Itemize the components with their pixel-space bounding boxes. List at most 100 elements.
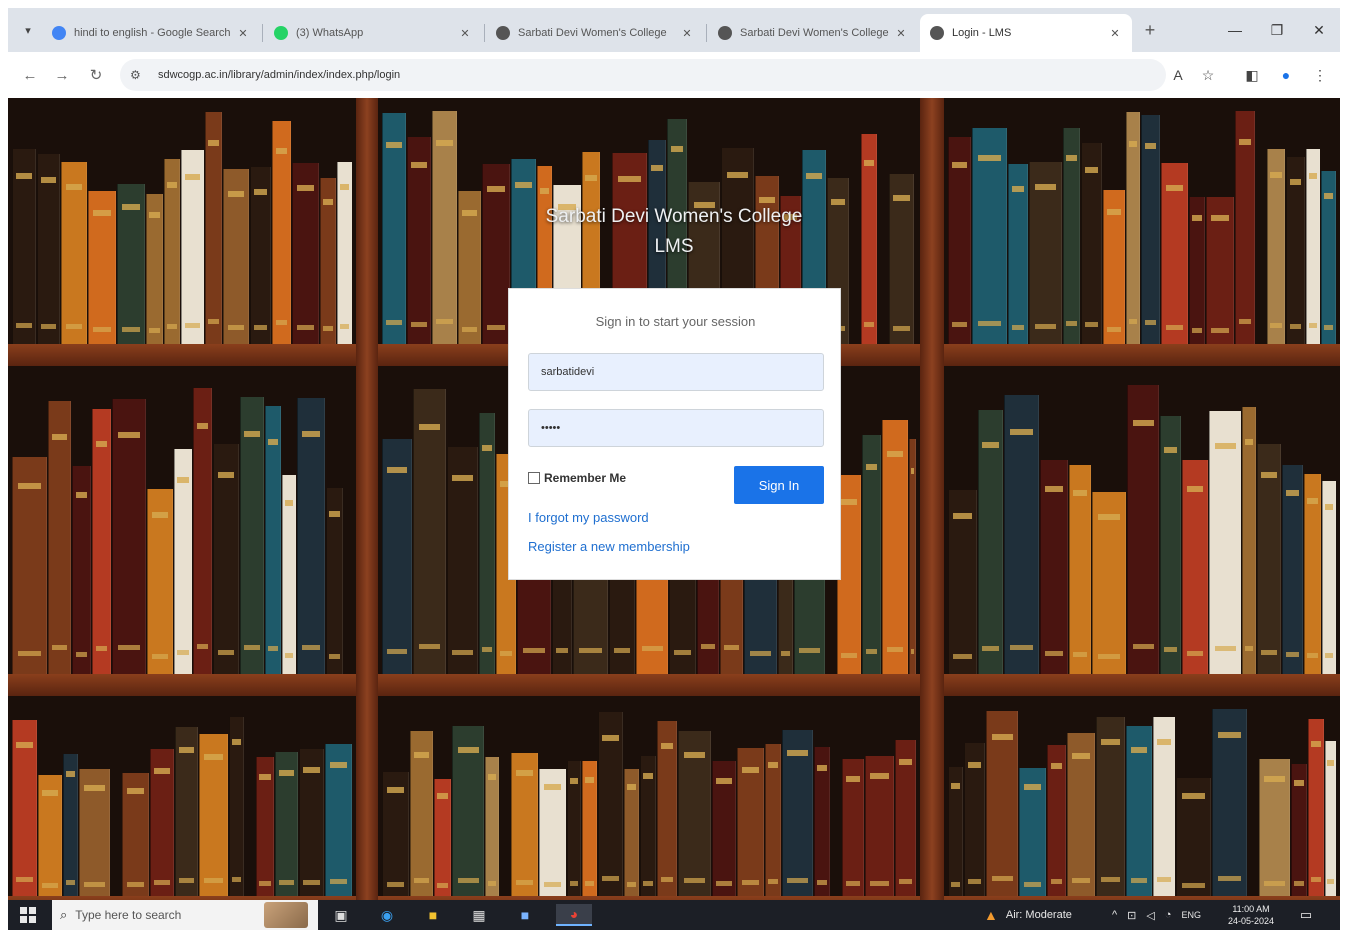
book-spine [1161, 163, 1188, 348]
book-spine [48, 401, 71, 678]
side-panel-icon[interactable]: ◧ [1240, 63, 1264, 87]
college-name: Sarbati Devi Women's College [545, 206, 803, 227]
chrome-icon[interactable]: ◕ [556, 904, 592, 926]
edge-icon[interactable]: ◉ [374, 904, 400, 926]
shelf-row [944, 98, 1340, 348]
reload-icon[interactable]: ↻ [84, 63, 108, 87]
book-spine [1189, 196, 1205, 348]
password-field[interactable] [528, 409, 824, 447]
book-spine [1242, 406, 1256, 678]
book-spine [205, 111, 222, 348]
calculator-icon[interactable]: ▦ [466, 904, 492, 926]
tab-whatsapp[interactable]: (3) WhatsApp ✕ [264, 14, 482, 52]
tab-title: Login - LMS [952, 27, 1012, 39]
store-icon[interactable]: ■ [512, 904, 538, 926]
new-tab-button[interactable]: + [1140, 20, 1160, 40]
book-spine [447, 447, 478, 678]
book-spine [842, 758, 864, 900]
remember-me[interactable]: Remember Me [528, 471, 626, 485]
book-spine [539, 768, 566, 900]
clock-time: 11:00 AM [1232, 904, 1270, 914]
windows-start-icon[interactable] [20, 907, 36, 923]
book-spine [122, 772, 149, 900]
tab-login-lms[interactable]: Login - LMS ✕ [920, 14, 1132, 52]
restore-button[interactable]: ❐ [1262, 18, 1292, 42]
google-favicon-icon [52, 26, 66, 40]
book-spine [598, 712, 623, 900]
search-placeholder: Type here to search [75, 908, 182, 922]
book-spine [325, 743, 352, 900]
tab-google-search[interactable]: hindi to english - Google Search ✕ [42, 14, 260, 52]
book-spine [272, 120, 291, 348]
book-spine [978, 409, 1003, 678]
taskbar-search-input[interactable]: ⌕ Type here to search [52, 900, 318, 930]
login-box: Sign in to start your session Remember M… [508, 288, 841, 580]
notification-icon[interactable]: ▭ [1298, 907, 1314, 923]
book-spine [12, 720, 37, 900]
shelf-row [8, 368, 356, 678]
forward-arrow-icon[interactable]: → [50, 63, 74, 87]
task-view-icon[interactable]: ▣ [328, 904, 354, 926]
minimize-button[interactable]: — [1220, 18, 1250, 42]
back-arrow-icon[interactable]: ← [18, 63, 42, 87]
book-spine [181, 149, 204, 348]
chevron-up-icon[interactable]: ^ [1112, 909, 1117, 921]
shelf-row [378, 698, 920, 900]
book-spine [1259, 759, 1290, 900]
network-icon[interactable]: ⊡ [1127, 909, 1136, 922]
book-spine [164, 159, 180, 348]
clock[interactable]: 11:00 AM 24-05-2024 [1226, 903, 1276, 927]
close-window-button[interactable]: ✕ [1304, 18, 1334, 42]
close-icon[interactable]: ✕ [458, 27, 472, 40]
globe-favicon-icon [930, 26, 944, 40]
signin-button[interactable]: Sign In [734, 466, 824, 504]
tab-search-icon[interactable]: ▾ [18, 20, 38, 40]
language-indicator[interactable]: ENG [1182, 910, 1202, 920]
book-spine [1235, 110, 1255, 348]
tab-college-2[interactable]: Sarbati Devi Women's College ✕ [708, 14, 918, 52]
volume-icon[interactable]: ◁ [1146, 909, 1154, 922]
login-message: Sign in to start your session [595, 314, 756, 329]
browser-window: ▾ hindi to english - Google Search ✕ (3)… [8, 8, 1340, 930]
close-icon[interactable]: ✕ [894, 27, 908, 40]
username-field[interactable] [528, 353, 824, 391]
close-icon[interactable]: ✕ [680, 27, 694, 40]
shelf-row [8, 698, 356, 900]
profile-icon[interactable]: ● [1274, 63, 1298, 87]
star-icon[interactable]: ☆ [1196, 63, 1220, 87]
book-spine [320, 178, 336, 348]
close-icon[interactable]: ✕ [236, 27, 250, 40]
book-spine [240, 397, 264, 678]
book-spine [1067, 732, 1095, 900]
book-spine [485, 756, 499, 900]
book-spine [909, 439, 916, 678]
register-link[interactable]: Register a new membership [528, 539, 690, 554]
tab-college-1[interactable]: Sarbati Devi Women's College ✕ [486, 14, 704, 52]
address-bar[interactable]: ⚙ sdwcogp.ac.in/library/admin/index/inde… [120, 59, 1166, 91]
book-spine [1304, 473, 1321, 678]
weather-widget[interactable]: ▲ Air: Moderate [984, 900, 1072, 930]
book-spine [640, 755, 656, 900]
book-spine [479, 413, 495, 678]
site-info-icon[interactable]: ⚙ [130, 68, 148, 82]
book-spine [1004, 395, 1039, 678]
book-spine [112, 398, 146, 678]
remember-checkbox[interactable] [528, 472, 540, 484]
book-spine [458, 191, 481, 348]
kebab-menu-icon[interactable]: ⋮ [1308, 63, 1332, 87]
book-spine [1206, 197, 1234, 348]
translate-icon[interactable]: A [1166, 63, 1190, 87]
book-spine [1306, 148, 1320, 348]
forgot-password-link[interactable]: I forgot my password [528, 510, 649, 525]
tab-title: Sarbati Devi Women's College [518, 27, 667, 39]
book-spine [1153, 716, 1175, 900]
file-explorer-icon[interactable]: ■ [420, 904, 446, 926]
book-spine [175, 726, 198, 900]
wifi-icon[interactable]: ◔ [1165, 909, 1172, 921]
book-spine [737, 748, 764, 900]
shelf-plank [944, 674, 1340, 696]
book-spine [567, 761, 581, 900]
close-icon[interactable]: ✕ [1108, 27, 1122, 40]
book-spine [582, 760, 597, 900]
book-spine [434, 778, 451, 900]
